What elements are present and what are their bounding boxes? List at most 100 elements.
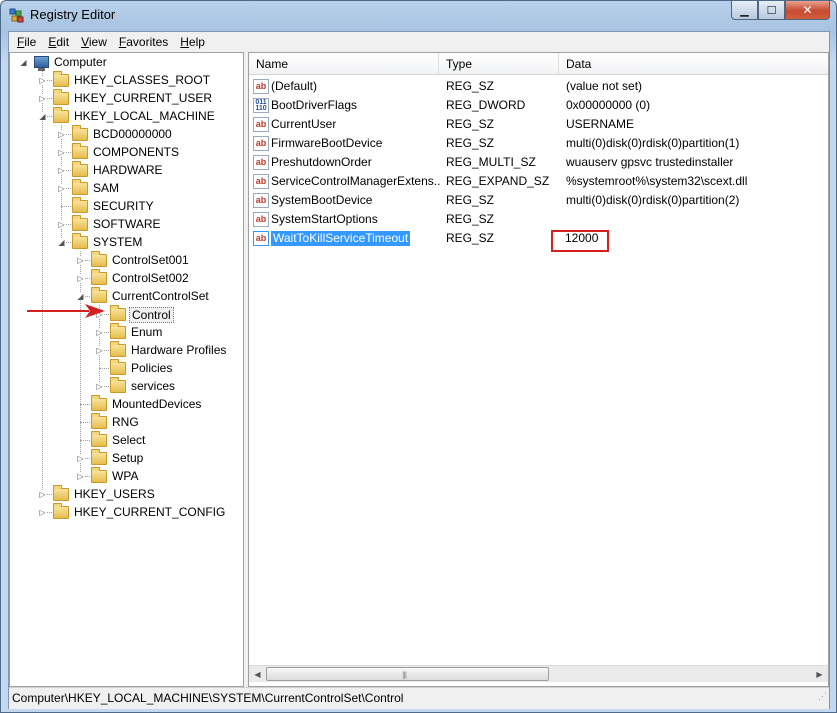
folder-icon — [72, 179, 88, 195]
value-name: BootDriverFlags — [271, 98, 358, 112]
column-header-type[interactable]: Type — [439, 53, 559, 75]
tree-node-hardware-profiles[interactable]: ▷ Hardware Profiles — [10, 341, 240, 359]
table-row[interactable]: ab PreshutdownOrder REG_MULTI_SZ wuauserv g… — [249, 153, 828, 172]
menu-favorites[interactable]: Favorites — [113, 32, 174, 52]
tree-node-hkey-users[interactable]: ▷ HKEY_USERS — [10, 485, 240, 503]
tree-node-label: Policies — [131, 361, 173, 375]
values-list[interactable]: Name Type Data ab (Default) REG_SZ (value n… — [248, 52, 829, 687]
collapsed-arrow-icon[interactable]: ▷ — [57, 184, 66, 193]
string-value-icon: ab — [253, 212, 269, 227]
collapsed-arrow-icon[interactable]: ▷ — [38, 508, 47, 517]
tree-node-mounteddevices[interactable]: MountedDevices — [10, 395, 240, 413]
tree-node-software[interactable]: ▷ SOFTWARE — [10, 215, 240, 233]
value-data: multi(0)disk(0)rdisk(0)partition(1) — [566, 136, 740, 150]
collapsed-arrow-icon[interactable]: ▷ — [76, 454, 85, 463]
value-type: REG_SZ — [446, 231, 495, 245]
value-data: multi(0)disk(0)rdisk(0)partition(2) — [566, 193, 740, 207]
expanded-arrow-icon[interactable]: ◢ — [57, 238, 66, 247]
collapsed-arrow-icon[interactable]: ▷ — [95, 346, 104, 355]
maximize-button[interactable]: ☐ — [758, 1, 785, 20]
tree-node-controlset002[interactable]: ▷ ControlSet002 — [10, 269, 240, 287]
horizontal-scrollbar[interactable]: ◀ ||| ▶ — [249, 665, 828, 682]
collapsed-arrow-icon[interactable]: ▷ — [57, 166, 66, 175]
table-row[interactable]: ab FirmwareBootDevice REG_SZ multi(0)disk(0… — [249, 134, 828, 153]
menu-view[interactable]: View — [75, 32, 113, 52]
tree-node-label: CurrentControlSet — [112, 289, 209, 303]
folder-icon — [110, 377, 126, 393]
tree-node-hkey-classes-root[interactable]: ▷ HKEY_CLASSES_ROOT — [10, 71, 240, 89]
resize-grip-icon[interactable]: ⋰ — [818, 686, 827, 707]
table-row[interactable]: ab CurrentUser REG_SZ USERNAME — [249, 115, 828, 134]
menu-edit[interactable]: Edit — [42, 32, 75, 52]
table-row[interactable]: ab SystemBootDevice REG_SZ multi(0)disk(0)r… — [249, 191, 828, 210]
tree-node-system[interactable]: ◢ SYSTEM — [10, 233, 240, 251]
close-button[interactable]: ✕ — [785, 1, 830, 20]
tree-node-security[interactable]: SECURITY — [10, 197, 240, 215]
tree-node-label: HKEY_LOCAL_MACHINE — [74, 109, 215, 123]
registry-tree[interactable]: ◢ Computer ▷ HKEY_CLASSES_ROOT ▷ HKEY_CURRE… — [9, 52, 244, 687]
scroll-right-icon[interactable]: ▶ — [811, 666, 828, 683]
table-row[interactable]: ab (Default) REG_SZ (value not set) — [249, 77, 828, 96]
tree-node-label: HKEY_USERS — [74, 487, 155, 501]
tree-connector — [80, 422, 90, 423]
tree-node-hkey-local-machine[interactable]: ◢ HKEY_LOCAL_MACHINE — [10, 107, 240, 125]
caption-buttons: ▁ ☐ ✕ — [731, 1, 830, 21]
collapsed-arrow-icon[interactable]: ▷ — [76, 472, 85, 481]
tree-node-sam[interactable]: ▷ SAM — [10, 179, 240, 197]
collapsed-arrow-icon[interactable]: ▷ — [76, 256, 85, 265]
computer-icon — [34, 56, 49, 71]
tree-node-label: services — [131, 379, 176, 393]
collapsed-arrow-icon[interactable]: ▷ — [57, 130, 66, 139]
collapsed-arrow-icon[interactable]: ▷ — [57, 148, 66, 157]
tree-node-hkey-current-config[interactable]: ▷ HKEY_CURRENT_CONFIG — [10, 503, 240, 521]
scroll-left-icon[interactable]: ◀ — [249, 666, 266, 683]
table-row[interactable]: ab SystemStartOptions REG_SZ — [249, 210, 828, 229]
tree-node-components[interactable]: ▷ COMPONENTS — [10, 143, 240, 161]
folder-icon — [91, 251, 107, 267]
menu-help[interactable]: Help — [174, 32, 211, 52]
column-header-name[interactable]: Name — [249, 53, 439, 75]
tree-node-enum[interactable]: ▷ Enum — [10, 323, 240, 341]
tree-node-hkey-current-user[interactable]: ▷ HKEY_CURRENT_USER — [10, 89, 240, 107]
minimize-button[interactable]: ▁ — [731, 1, 758, 20]
collapsed-arrow-icon[interactable]: ▷ — [76, 274, 85, 283]
tree-node-services[interactable]: ▷ services — [10, 377, 240, 395]
maximize-icon: ☐ — [766, 3, 777, 17]
column-header-data[interactable]: Data — [559, 53, 828, 75]
collapsed-arrow-icon[interactable]: ▷ — [95, 382, 104, 391]
tree-node-bcd00000000[interactable]: ▷ BCD00000000 — [10, 125, 240, 143]
tree-node-label: Select — [112, 433, 146, 447]
table-row[interactable]: ab ServiceControlManagerExtens... REG_EXPA… — [249, 172, 828, 191]
collapsed-arrow-icon[interactable]: ▷ — [95, 328, 104, 337]
tree-node-policies[interactable]: Policies — [10, 359, 240, 377]
expanded-arrow-icon[interactable]: ◢ — [38, 112, 47, 121]
table-row[interactable]: ab WaitToKillServiceTimeout REG_SZ 12000 — [249, 229, 828, 248]
tree-node-setup[interactable]: ▷ Setup — [10, 449, 240, 467]
value-data: %systemroot%\system32\scext.dll — [566, 174, 748, 188]
menu-file[interactable]: File — [11, 32, 42, 52]
tree-node-label: SECURITY — [93, 199, 154, 213]
tree-node-controlset001[interactable]: ▷ ControlSet001 — [10, 251, 240, 269]
tree-node-rng[interactable]: RNG — [10, 413, 240, 431]
table-row[interactable]: 011 110 BootDriverFlags REG_DWORD 0x0000000… — [249, 96, 828, 115]
collapsed-arrow-icon[interactable]: ▷ — [38, 94, 47, 103]
expanded-arrow-icon[interactable]: ◢ — [76, 292, 85, 301]
tree-node-label: Setup — [112, 451, 144, 465]
tree-node-select[interactable]: Select — [10, 431, 240, 449]
folder-icon — [91, 431, 107, 447]
collapsed-arrow-icon[interactable]: ▷ — [38, 490, 47, 499]
string-value-icon: ab — [253, 174, 269, 189]
tree-node-wpa[interactable]: ▷ WPA — [10, 467, 240, 485]
tree-node-computer[interactable]: ◢ Computer — [10, 53, 240, 71]
expanded-arrow-icon[interactable]: ◢ — [19, 58, 28, 67]
collapsed-arrow-icon[interactable]: ▷ — [57, 220, 66, 229]
value-name: ServiceControlManagerExtens... — [271, 174, 441, 188]
value-name: WaitToKillServiceTimeout — [271, 231, 411, 246]
tree-node-hardware[interactable]: ▷ HARDWARE — [10, 161, 240, 179]
title-bar[interactable]: Registry Editor ▁ ☐ ✕ — [1, 1, 836, 31]
value-type: REG_SZ — [446, 212, 495, 226]
folder-icon — [53, 71, 69, 87]
scrollbar-thumb[interactable]: ||| — [266, 667, 549, 681]
tree-node-label: ControlSet002 — [112, 271, 189, 285]
collapsed-arrow-icon[interactable]: ▷ — [38, 76, 47, 85]
